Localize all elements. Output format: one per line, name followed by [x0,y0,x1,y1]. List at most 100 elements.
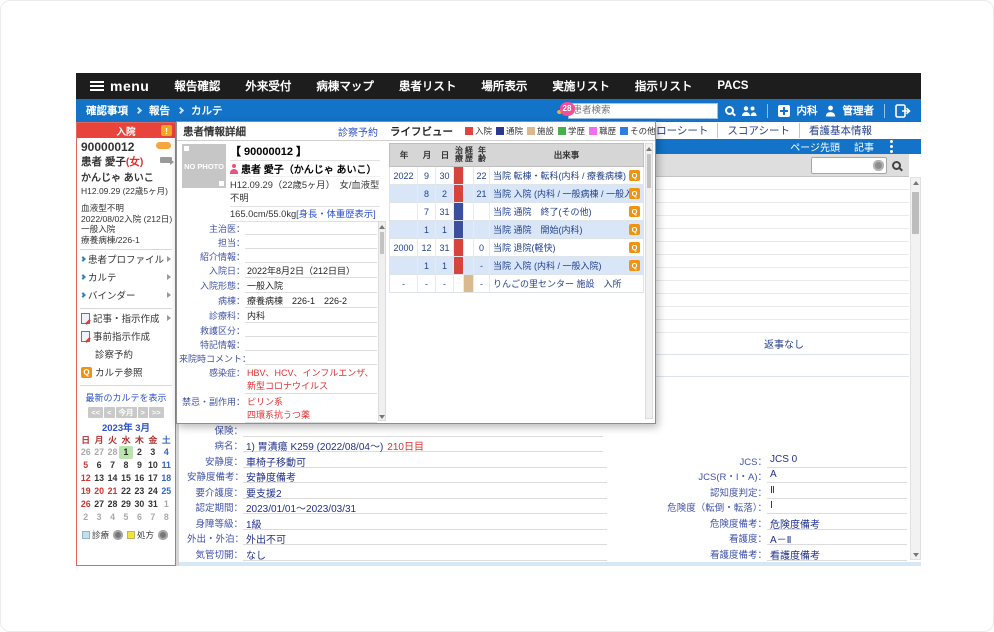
sidebar-item-binder[interactable]: バインダー [77,286,175,304]
calendar-day[interactable]: 2 [133,446,146,459]
calendar-day[interactable]: 26 [79,446,92,459]
scroll-up-icon[interactable] [646,147,652,151]
calendar-day[interactable]: 18 [160,472,173,485]
menu-item-report-confirm[interactable]: 報告確認 [174,78,220,94]
menu-item-patient-list[interactable]: 患者リスト [399,78,457,94]
people-icon[interactable] [741,105,757,117]
menu-item-ward-map[interactable]: 病棟マップ [316,78,374,94]
zoom-q-icon[interactable]: Q [629,242,640,253]
calendar-day[interactable]: 7 [146,511,159,524]
calendar-day[interactable]: 26 [79,498,92,511]
calendar-day[interactable]: 17 [146,472,159,485]
calendar-day[interactable]: 25 [160,485,173,498]
calendar-day[interactable]: 15 [119,472,132,485]
tab-nursing-basic-info[interactable]: 看護基本情報 [799,123,881,138]
sidebar-item-reserve-exam[interactable]: 診察予約 [77,345,175,363]
logout-icon[interactable] [895,104,911,118]
menu-item-execution-list[interactable]: 実施リスト [552,78,610,94]
calendar-day[interactable]: 5 [79,459,92,472]
scrollbar-thumb[interactable] [912,192,919,234]
breadcrumb-confirm-items[interactable]: 確認事項 [86,103,128,118]
alert-badge[interactable]: ! [161,125,172,136]
calendar-day[interactable]: 6 [133,511,146,524]
scrollbar-thumb[interactable] [647,154,651,188]
calendar-day[interactable]: 24 [146,485,159,498]
zoom-q-icon[interactable]: Q [629,224,640,235]
calendar-day[interactable]: 20 [92,485,105,498]
record-search-input[interactable] [811,157,887,174]
calendar-day[interactable]: 4 [160,446,173,459]
calendar-day[interactable]: 28 [106,446,119,459]
breadcrumb-report[interactable]: 報告 [149,103,170,118]
calendar-this-month-button[interactable]: 今月 [116,407,137,418]
zoom-q-icon[interactable]: Q [629,170,640,181]
calendar-day[interactable]: 23 [133,485,146,498]
exam-toggle-icon[interactable] [113,530,123,540]
calendar-day-today[interactable]: 1 [119,446,132,459]
calendar-day[interactable]: 19 [79,485,92,498]
search-icon[interactable] [892,161,901,170]
vertical-scrollbar[interactable] [910,177,921,560]
calendar-day[interactable]: 7 [106,459,119,472]
calendar-day[interactable]: 16 [133,472,146,485]
sidebar-item-patient-profile[interactable]: 患者プロファイル [77,250,175,268]
calendar-day[interactable]: 8 [119,459,132,472]
calendar-day[interactable]: 5 [119,511,132,524]
calendar-next-year-button[interactable]: >> [149,407,164,418]
calendar-day[interactable]: 12 [79,472,92,485]
sidebar-item-create-article[interactable]: 記事・指示作成 [77,309,175,327]
calendar-day[interactable]: 11 [160,459,173,472]
calendar-day[interactable]: 27 [92,498,105,511]
scrollbar-thumb[interactable] [380,232,384,254]
calendar-day[interactable]: 14 [106,472,119,485]
calendar-prev-month-button[interactable]: < [104,407,114,418]
calendar-day[interactable]: 28 [106,498,119,511]
calendar-day[interactable]: 1 [160,498,173,511]
zoom-q-icon[interactable]: Q [629,260,640,271]
breadcrumb-karte[interactable]: カルテ [191,103,223,118]
calendar-day[interactable]: 31 [146,498,159,511]
article-link[interactable]: 記事 [854,139,874,154]
calendar-day[interactable]: 29 [119,498,132,511]
sidebar-item-advance-order[interactable]: 事前指示作成 [77,327,175,345]
latest-chart-link[interactable]: 最新のカルテを表示 [77,391,175,404]
page-top-link[interactable]: ページ先頭 [790,139,840,154]
zoom-q-icon[interactable]: Q [629,206,640,217]
menu-item-pacs[interactable]: PACS [717,80,748,92]
scroll-down-icon[interactable] [913,553,919,557]
calendar-day[interactable]: 6 [92,459,105,472]
zoom-q-icon[interactable]: Q [629,188,640,199]
reserve-exam-link[interactable]: 診察予約 [338,124,378,139]
calendar-day[interactable]: 4 [106,511,119,524]
scroll-up-icon[interactable] [379,225,385,229]
sidebar-item-karte[interactable]: カルテ [77,268,175,286]
panel-scrollbar[interactable] [378,221,386,421]
calendar-day[interactable]: 21 [106,485,119,498]
body-history-link[interactable]: [身長・体重歴表示] [296,209,376,219]
calendar-day[interactable]: 9 [133,459,146,472]
calendar-day[interactable]: 3 [146,446,159,459]
menu-item-outpatient[interactable]: 外来受付 [245,78,291,94]
calendar-day[interactable]: 22 [119,485,132,498]
prescription-toggle-icon[interactable] [158,530,168,540]
calendar-next-month-button[interactable]: > [138,407,148,418]
scroll-down-icon[interactable] [379,415,385,419]
menu-item-location[interactable]: 場所表示 [481,78,527,94]
calendar-day[interactable]: 8 [160,511,173,524]
notification-count-badge[interactable]: 28 [560,102,575,116]
sidebar-item-karte-reference[interactable]: Q カルテ参照 [77,363,175,381]
menu-item-order-list[interactable]: 指示リスト [635,78,693,94]
search-icon[interactable] [725,106,734,115]
calendar-day[interactable]: 10 [146,459,159,472]
menu-button[interactable]: menu [90,78,149,94]
scroll-up-icon[interactable] [913,181,919,185]
department-label[interactable]: 内科 [797,103,818,118]
user-label[interactable]: 管理者 [843,103,875,118]
search-options-icon[interactable] [873,160,884,171]
calendar-day[interactable]: 30 [133,498,146,511]
patient-search-input[interactable] [568,103,718,119]
calendar-prev-year-button[interactable]: << [88,407,103,418]
tab-scoresheet[interactable]: スコアシート [717,123,799,138]
more-options-icon[interactable] [890,145,893,148]
calendar-day[interactable]: 3 [92,511,105,524]
